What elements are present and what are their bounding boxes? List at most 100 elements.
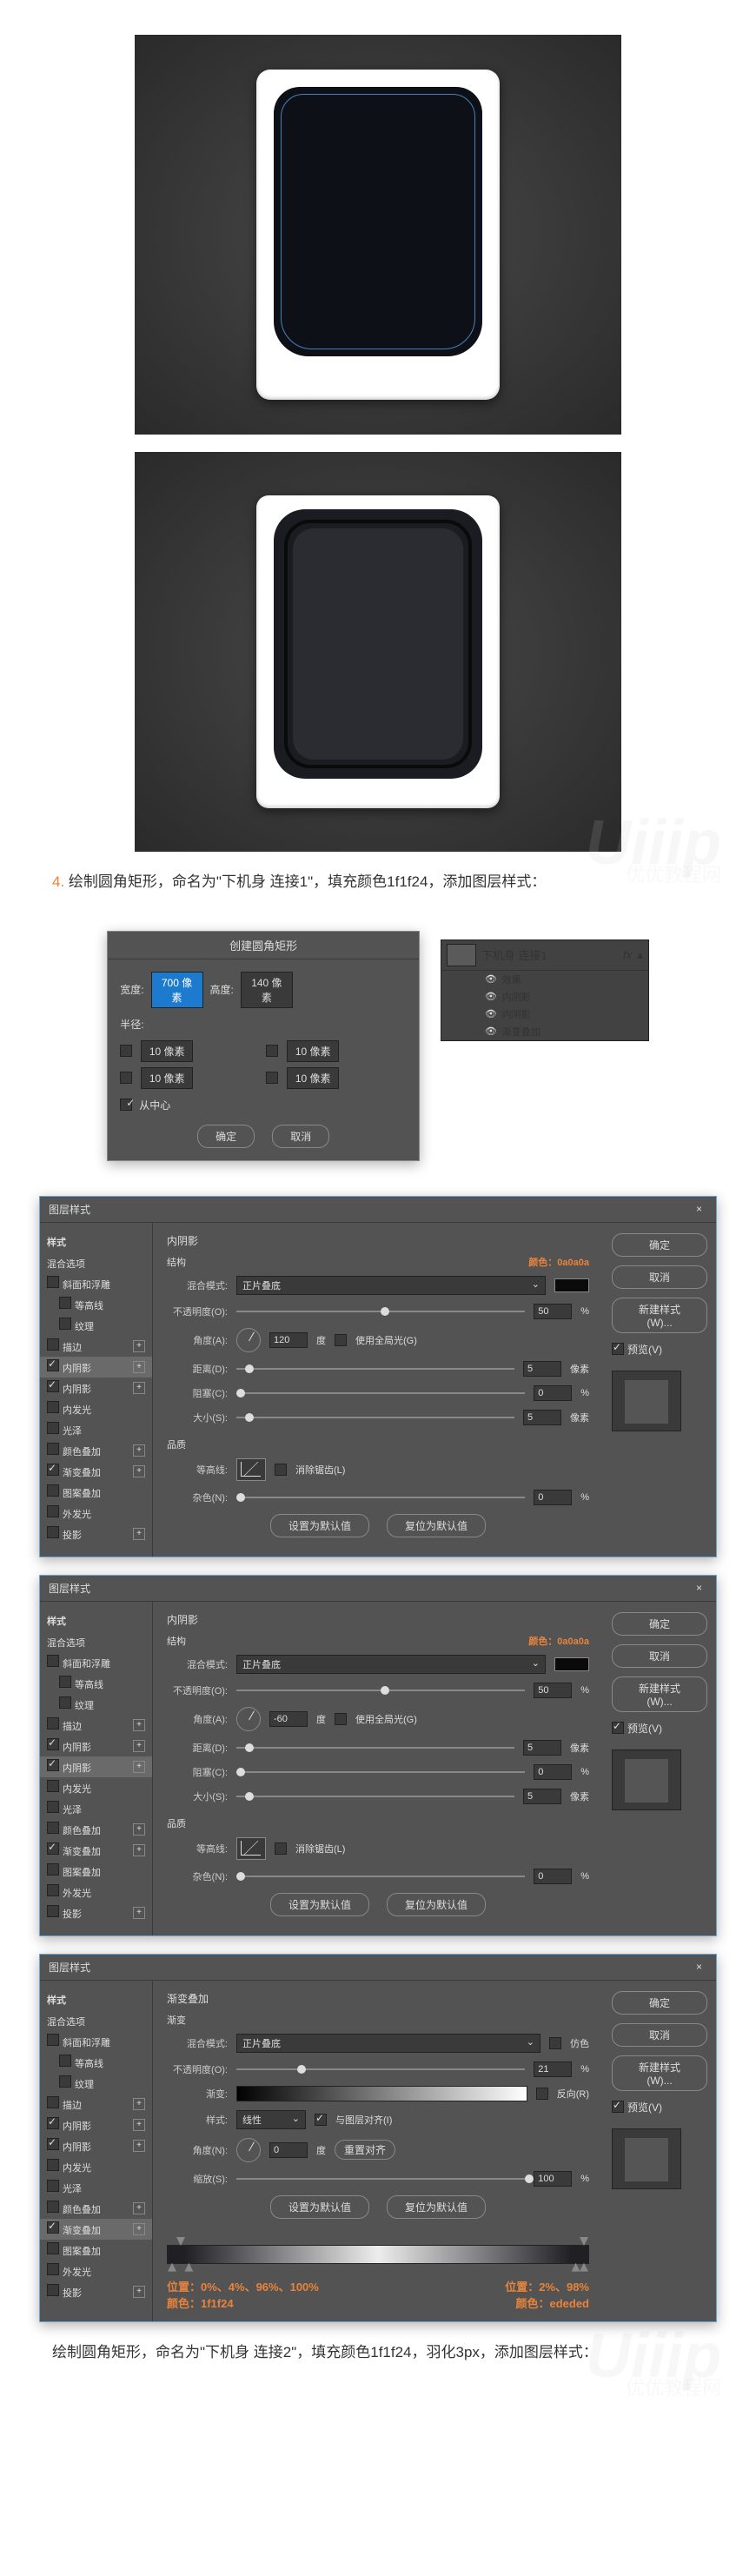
close-icon[interactable]: × [691,1203,707,1215]
reset-default-button[interactable]: 复位为默认值 [387,1893,486,1916]
height-input[interactable]: 140 像素 [241,972,293,1008]
color-swatch[interactable] [554,1278,589,1292]
fx-inner-shadow-1[interactable]: 👁内阴影 [441,988,648,1006]
gradient-editor-bar[interactable] [167,2245,589,2264]
antialias-check[interactable] [275,1842,287,1855]
angle-value[interactable]: 0 [269,2142,308,2158]
angle-dial[interactable] [236,1707,261,1731]
noise-slider[interactable] [236,1876,525,1877]
drop-shadow-item[interactable]: 投影+ [40,1524,152,1544]
plus-icon[interactable]: + [133,1340,145,1352]
color-overlay-item[interactable]: 颜色叠加+ [40,1819,152,1840]
effects-row[interactable]: 👁效果 [441,971,648,988]
mode-dropdown[interactable]: 正片叠底 [236,2034,540,2053]
opacity-value[interactable]: 21 [534,2061,572,2077]
global-light-check[interactable] [335,1334,347,1346]
size-slider[interactable] [236,1417,514,1418]
fx-badge[interactable]: fx [623,948,632,961]
inner-glow-item[interactable]: 内发光 [40,1398,152,1419]
inner-glow-item[interactable]: 内发光 [40,1777,152,1798]
blend-options[interactable]: 混合选项 [40,1254,152,1273]
make-default-button[interactable]: 设置为默认值 [270,1514,369,1537]
gradient-overlay-item[interactable]: 渐变叠加+ [40,2219,152,2240]
plus-icon[interactable]: + [133,1361,145,1373]
corner-bl[interactable]: 10 像素 [141,1067,193,1089]
distance-value[interactable]: 5 [523,1361,561,1377]
choke-slider[interactable] [236,1392,525,1394]
new-style-button[interactable]: 新建样式(W)... [612,2055,707,2091]
texture-item[interactable]: 纹理 [40,1315,152,1336]
size-value[interactable]: 5 [523,1410,561,1425]
make-default-button[interactable]: 设置为默认值 [270,1893,369,1916]
opacity-slider[interactable] [236,1690,525,1691]
eye-icon[interactable]: 👁 [485,991,497,1002]
cancel-button[interactable]: 取消 [272,1125,329,1148]
opacity-slider[interactable] [236,1311,525,1312]
pattern-overlay-item[interactable]: 图案叠加 [40,1482,152,1503]
cancel-button[interactable]: 取消 [612,1644,707,1668]
angle-value[interactable]: 120 [269,1332,308,1348]
noise-slider[interactable] [236,1497,525,1498]
fx-gradient-overlay[interactable]: 👁渐变叠加 [441,1023,648,1040]
link-corners-4[interactable] [266,1072,278,1084]
inner-shadow-item-1[interactable]: 内阴影+ [40,1357,152,1378]
layer-row[interactable]: 下机身 连接1 fx ▴ [441,940,648,971]
satin-item[interactable]: 光泽 [40,1798,152,1819]
fx-inner-shadow-2[interactable]: 👁内阴影 [441,1006,648,1023]
reset-default-button[interactable]: 复位为默认值 [387,1514,486,1537]
choke-slider[interactable] [236,1771,525,1773]
color-swatch[interactable] [554,1657,589,1671]
contour-picker[interactable] [236,1458,266,1481]
dither-check[interactable] [549,2037,561,2049]
angle-value[interactable]: -60 [269,1711,308,1727]
close-icon[interactable]: × [691,1961,707,1973]
outer-glow-item[interactable]: 外发光 [40,1882,152,1902]
antialias-check[interactable] [275,1464,287,1476]
ok-button[interactable]: 确定 [612,1233,707,1257]
contour-item[interactable]: 等高线 [40,1673,152,1694]
collapse-icon[interactable]: ▴ [637,948,643,962]
corner-br[interactable]: 10 像素 [287,1067,339,1089]
size-slider[interactable] [236,1796,514,1797]
preview-check[interactable] [612,1722,624,1734]
eye-icon[interactable]: 👁 [485,1008,497,1019]
global-light-check[interactable] [335,1713,347,1725]
style-dropdown[interactable]: 线性 [236,2110,306,2129]
eye-icon[interactable]: 👁 [485,1026,497,1037]
outer-glow-item[interactable]: 外发光 [40,1503,152,1524]
stroke-item[interactable]: 描边+ [40,1336,152,1357]
inner-shadow-item-2[interactable]: 内阴影+ [40,1756,152,1777]
distance-slider[interactable] [236,1368,514,1370]
inner-shadow-item-2[interactable]: 内阴影+ [40,1378,152,1398]
corner-tr[interactable]: 10 像素 [287,1040,339,1062]
opacity-value[interactable]: 50 [534,1304,572,1319]
eye-icon[interactable]: 👁 [485,973,497,985]
make-default-button[interactable]: 设置为默认值 [270,2195,369,2219]
satin-item[interactable]: 光泽 [40,1419,152,1440]
preview-check[interactable] [612,2101,624,2113]
opacity-value[interactable]: 50 [534,1683,572,1698]
opacity-slider[interactable] [236,2068,525,2070]
scale-slider[interactable] [236,2178,525,2180]
link-corners-1[interactable] [120,1045,132,1057]
distance-slider[interactable] [236,1747,514,1749]
pattern-overlay-item[interactable]: 图案叠加 [40,1861,152,1882]
gradient-picker[interactable] [236,2086,527,2101]
cancel-button[interactable]: 取消 [612,2023,707,2047]
gradient-overlay-item[interactable]: 渐变叠加+ [40,1840,152,1861]
drop-shadow-item[interactable]: 投影+ [40,1902,152,1923]
angle-dial[interactable] [236,1328,261,1352]
link-corners-3[interactable] [120,1072,132,1084]
ok-button[interactable]: 确定 [197,1125,255,1148]
inner-shadow-item-1[interactable]: 内阴影+ [40,1736,152,1756]
plus-icon[interactable]: + [133,1382,145,1394]
mode-dropdown[interactable]: 正片叠底 [236,1655,546,1674]
new-style-button[interactable]: 新建样式(W)... [612,1298,707,1333]
width-input[interactable]: 700 像素 [151,972,203,1008]
close-icon[interactable]: × [691,1582,707,1594]
corner-tl[interactable]: 10 像素 [141,1040,193,1062]
plus-icon[interactable]: + [133,1444,145,1457]
gradient-overlay-item[interactable]: 渐变叠加+ [40,1461,152,1482]
bevel-item[interactable]: 斜面和浮雕 [40,1652,152,1673]
plus-icon[interactable]: + [133,1528,145,1540]
